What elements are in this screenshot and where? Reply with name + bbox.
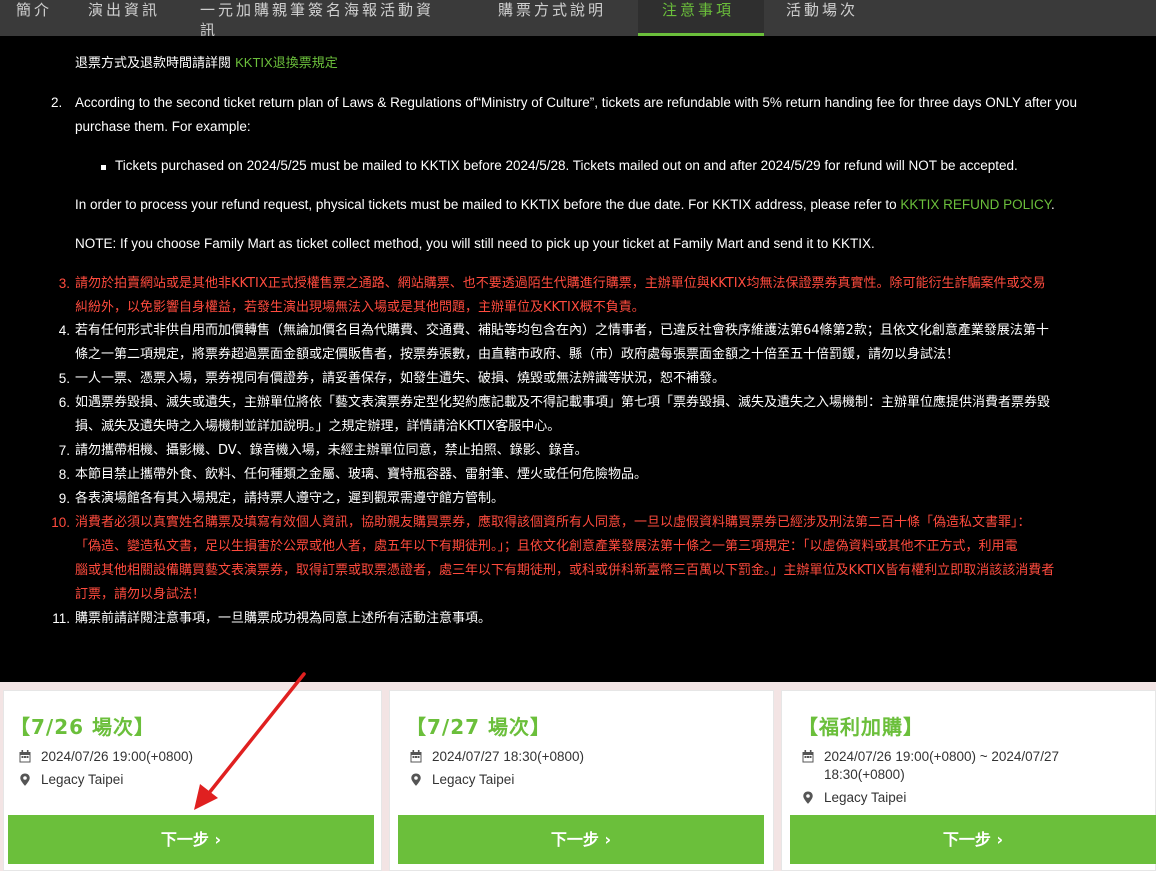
- notice-item-line: 一人一票、憑票入場，票券視同有價證券，請妥善保存，如發生遺失、破損、燒毀或無法辨…: [75, 371, 726, 386]
- refund-policy-line: 退票方式及退款時間請詳閱 KKTIX退換票規定: [75, 51, 338, 76]
- tab-performance-info[interactable]: 演出資訊: [58, 0, 168, 36]
- session-datetime: 2024/07/26 19:00(+0800) ~ 2024/07/27 18:…: [802, 748, 1092, 784]
- session-card-0727: 【7/27 場次】 2024/07/27 18:30(+0800) Legacy…: [389, 690, 774, 871]
- tab-notices[interactable]: 注意事項: [638, 0, 764, 36]
- notice-item-number: 7.: [58, 443, 70, 458]
- calendar-icon: [802, 750, 814, 763]
- session-title: 【7/26 場次】: [10, 715, 156, 739]
- notice-item-line: 如遇票券毀損、滅失或遺失，主辦單位將依「藝文表演票券定型化契約應記載及不得記載事…: [75, 395, 1051, 410]
- notice-item-line: 條之一第二項規定，將票券超過票面金額或定價販售者，按票券張數，由直轄市政府、縣（…: [75, 347, 960, 362]
- next-step-button-0726[interactable]: 下一步 ›: [8, 815, 374, 864]
- session-venue: Legacy Taipei: [410, 771, 514, 789]
- event-nav-tabs: 簡介 演出資訊 一元加購親筆簽名海報活動資訊 購票方式說明 注意事項 活動場次: [0, 0, 1156, 39]
- refund-policy-text: 退票方式及退款時間請詳閱: [75, 56, 236, 71]
- session-venue: Legacy Taipei: [19, 771, 123, 789]
- tab-ticketing-guide[interactable]: 購票方式說明: [440, 0, 638, 36]
- refund-policy-en-link[interactable]: KKTIX REFUND POLICY: [900, 197, 1051, 212]
- refund-policy-link[interactable]: KKTIX退換票規定: [235, 55, 338, 70]
- notice-item-2-line-1: According to the second ticket return pl…: [75, 95, 1078, 110]
- notice-item-line: 各表演場館各有其入場規定，請持票人遵守之，遲到觀眾需遵守館方管制。: [75, 491, 505, 506]
- notice-item-number: 10.: [51, 515, 70, 530]
- notice-item-number: 9.: [58, 491, 70, 506]
- bullet-dot: [101, 165, 106, 170]
- refund-process-line: In order to process your refund request,…: [75, 197, 1055, 212]
- notice-item-number: 6.: [58, 395, 70, 410]
- notice-item-line: 請勿於拍賣網站或是其他非KKTIX正式授權售票之通路、網站購票、也不要透過陌生代…: [75, 276, 1046, 291]
- notice-item-line: 訂票，請勿以身試法！: [75, 587, 206, 602]
- calendar-icon: [410, 750, 422, 763]
- notice-item-number: 5.: [58, 371, 70, 386]
- notice-item-2-line-2: purchase them. For example:: [75, 119, 251, 134]
- notice-item-line: 「偽造、變造私文書，足以生損害於公眾或他人者，處五年以下有期徒刑。」；且依文化創…: [75, 539, 1018, 554]
- notice-item-2-number: 2.: [51, 95, 63, 110]
- family-mart-note: NOTE: If you choose Family Mart as ticke…: [75, 236, 875, 251]
- session-cards-area: 【7/26 場次】 2024/07/26 19:00(+0800) Legacy…: [0, 682, 1156, 871]
- map-pin-icon: [20, 773, 30, 786]
- notices-content: 退票方式及退款時間請詳閱 KKTIX退換票規定 2. According to …: [0, 36, 1156, 682]
- next-step-button-0727[interactable]: 下一步 ›: [398, 815, 764, 864]
- session-datetime: 2024/07/27 18:30(+0800): [410, 748, 584, 766]
- notice-item-number: 3.: [58, 276, 70, 291]
- session-title: 【7/27 場次】: [406, 715, 552, 739]
- notice-item-line: 腦或其他相關設備購買藝文表演票券，取得訂票或取票憑證者，處三年以下有期徒刑，或科…: [75, 563, 1055, 578]
- notice-item-line: 購票前請詳閱注意事項，一旦購票成功視為同意上述所有活動注意事項。: [75, 611, 492, 626]
- notice-item-line: 糾紛外，以免影響自身權益，若發生演出現場無法入場或是其他問題，主辦單位及KKTI…: [75, 300, 645, 315]
- session-card-0726: 【7/26 場次】 2024/07/26 19:00(+0800) Legacy…: [3, 690, 382, 871]
- notice-item-line: 若有任何形式非供自用而加價轉售（無論加價名目為代購費、交通費、補貼等均包含在內）…: [75, 323, 1049, 338]
- refund-process-text: In order to process your refund request,…: [75, 197, 901, 212]
- calendar-icon: [19, 750, 31, 763]
- notice-item-number: 11.: [52, 611, 70, 626]
- notice-item-line: 請勿攜帶相機、攝影機、DV、錄音機入場，未經主辦單位同意，禁止拍照、錄影、錄音。: [75, 443, 588, 458]
- tab-poster-promo[interactable]: 一元加購親筆簽名海報活動資訊: [168, 0, 440, 39]
- notice-item-number: 8.: [58, 467, 70, 482]
- session-venue: Legacy Taipei: [802, 789, 906, 807]
- notice-item-line: 損、滅失及遺失時之入場機制並詳加說明。」之規定辦理，詳情請洽KKTIX客服中心。: [75, 419, 561, 434]
- tab-intro[interactable]: 簡介: [0, 0, 58, 36]
- notice-item-number: 4.: [58, 323, 70, 338]
- next-step-button-addon[interactable]: 下一步 ›: [790, 815, 1156, 864]
- notice-item-line: 消費者必須以真實姓名購票及填寫有效個人資訊，協助親友購買票券，應取得該個資所有人…: [75, 515, 1031, 530]
- map-pin-icon: [411, 773, 421, 786]
- session-datetime: 2024/07/26 19:00(+0800): [19, 748, 193, 766]
- example-bullet: Tickets purchased on 2024/5/25 must be m…: [115, 158, 1018, 173]
- notice-item-line: 本節目禁止攜帶外食、飲料、任何種類之金屬、玻璃、寶特瓶容器、雷射筆、煙火或任何危…: [75, 467, 648, 482]
- map-pin-icon: [803, 791, 813, 804]
- tab-sessions[interactable]: 活動場次: [764, 0, 884, 36]
- session-title: 【福利加購】: [798, 715, 924, 739]
- session-card-addon: 【福利加購】 2024/07/26 19:00(+0800) ~ 2024/07…: [781, 690, 1156, 871]
